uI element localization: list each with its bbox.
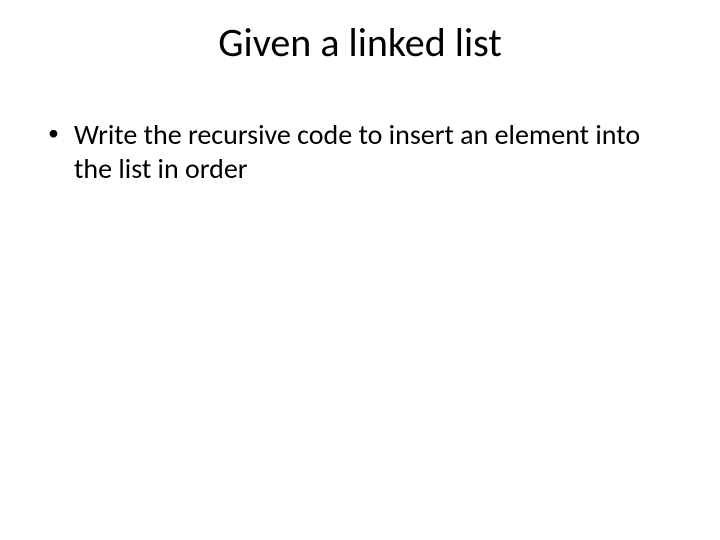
slide-body: • Write the recursive code to insert an …	[48, 118, 672, 185]
slide: Given a linked list • Write the recursiv…	[0, 0, 720, 540]
slide-title: Given a linked list	[0, 18, 720, 67]
bullet-text: Write the recursive code to insert an el…	[74, 118, 672, 185]
bullet-marker: •	[48, 118, 74, 146]
list-item: • Write the recursive code to insert an …	[48, 118, 672, 185]
